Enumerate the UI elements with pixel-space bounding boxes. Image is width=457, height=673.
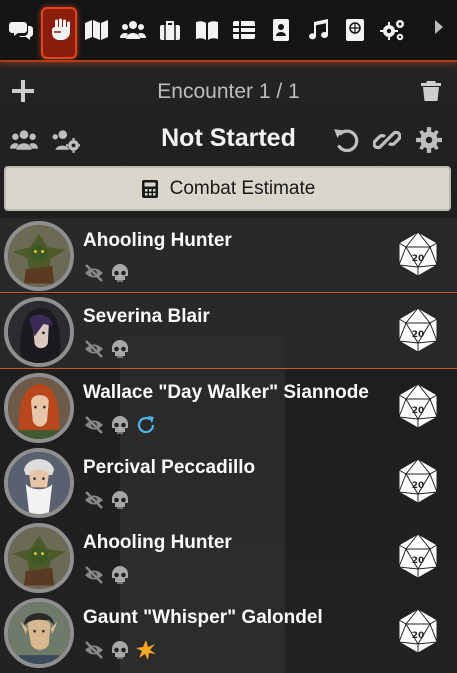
combatant-row[interactable]: Wallace "Day Walker" Siannode 20 bbox=[0, 370, 457, 445]
avatar[interactable] bbox=[4, 598, 74, 668]
combat-estimate-button[interactable]: Combat Estimate bbox=[4, 166, 451, 211]
encounter-status-row: Not Started bbox=[0, 118, 457, 162]
playlists-tab[interactable] bbox=[300, 9, 336, 57]
avatar[interactable] bbox=[4, 373, 74, 443]
undo-icon bbox=[334, 129, 359, 153]
compendium-tab[interactable] bbox=[337, 9, 373, 57]
encounter-title: Encounter 1 / 1 bbox=[157, 80, 300, 103]
reset-button[interactable] bbox=[332, 126, 360, 154]
actors-tab[interactable] bbox=[115, 9, 151, 57]
combatant-row[interactable]: Ahooling Hunter 20 bbox=[0, 218, 457, 293]
fist-icon bbox=[52, 18, 70, 40]
combatant-name: Ahooling Hunter bbox=[83, 532, 232, 553]
users-icon bbox=[120, 21, 146, 39]
combatant-row[interactable]: Gaunt "Whisper" Galondel 20 bbox=[0, 595, 457, 670]
d20-roll-icon[interactable]: 20 bbox=[397, 458, 439, 504]
settings-tab[interactable] bbox=[375, 9, 411, 57]
items-tab[interactable] bbox=[152, 9, 188, 57]
map-icon bbox=[85, 20, 108, 40]
avatar[interactable] bbox=[4, 221, 74, 291]
svg-text:20: 20 bbox=[412, 481, 425, 491]
chat-icon bbox=[9, 22, 33, 40]
skull-icon[interactable] bbox=[109, 414, 131, 436]
starburst-icon bbox=[136, 640, 156, 660]
combatant-name: Ahooling Hunter bbox=[83, 230, 232, 251]
avatar[interactable] bbox=[4, 297, 74, 367]
combatant-list: Ahooling Hunter 20 Severina Blair 20 Wal… bbox=[0, 218, 457, 673]
skull-icon[interactable] bbox=[109, 262, 131, 284]
d20-roll-icon[interactable]: 20 bbox=[397, 307, 439, 353]
avatar[interactable] bbox=[4, 523, 74, 593]
eye-slash-icon[interactable] bbox=[83, 338, 105, 360]
journal-tab[interactable] bbox=[189, 9, 225, 57]
chat-tab[interactable] bbox=[4, 9, 40, 57]
link-button[interactable] bbox=[372, 126, 402, 154]
id-card-icon bbox=[273, 19, 289, 41]
eye-slash-icon[interactable] bbox=[83, 262, 105, 284]
svg-text:20: 20 bbox=[412, 330, 425, 340]
skull-icon[interactable] bbox=[109, 639, 131, 661]
combat-tab[interactable] bbox=[41, 7, 77, 59]
combatant-row[interactable]: Severina Blair 20 bbox=[0, 294, 457, 369]
svg-text:20: 20 bbox=[412, 631, 425, 641]
combatant-name: Percival Peccadillo bbox=[83, 457, 256, 478]
link-icon bbox=[372, 130, 402, 150]
combatant-controls bbox=[83, 564, 131, 586]
skull-icon[interactable] bbox=[109, 338, 131, 360]
tables-tab[interactable] bbox=[226, 9, 262, 57]
combatant-row[interactable]: Percival Peccadillo 20 bbox=[0, 445, 457, 520]
sidebar-tabs bbox=[0, 0, 457, 62]
combatant-name: Gaunt "Whisper" Galondel bbox=[83, 607, 323, 628]
combatant-row[interactable]: Ahooling Hunter 20 bbox=[0, 520, 457, 595]
d20-roll-icon[interactable]: 20 bbox=[397, 608, 439, 654]
gear-icon bbox=[416, 127, 442, 153]
trash-icon[interactable] bbox=[421, 80, 441, 102]
svg-text:20: 20 bbox=[412, 556, 425, 566]
d20-roll-icon[interactable]: 20 bbox=[397, 533, 439, 579]
encounter-settings-button[interactable] bbox=[415, 126, 443, 154]
table-icon bbox=[233, 21, 255, 39]
combatant-controls bbox=[83, 639, 157, 661]
combatant-controls bbox=[83, 414, 157, 436]
combatant-controls bbox=[83, 262, 131, 284]
d20-roll-icon[interactable]: 20 bbox=[397, 383, 439, 429]
music-icon bbox=[309, 19, 329, 40]
eye-slash-icon[interactable] bbox=[83, 489, 105, 511]
avatar[interactable] bbox=[4, 448, 74, 518]
cards-tab[interactable] bbox=[263, 9, 299, 57]
cogs-icon bbox=[380, 20, 404, 41]
combat-estimate-label: Combat Estimate bbox=[169, 177, 316, 199]
book-icon bbox=[196, 21, 218, 40]
svg-text:20: 20 bbox=[412, 406, 425, 416]
scenes-tab[interactable] bbox=[78, 9, 114, 57]
refresh-icon bbox=[137, 416, 155, 434]
suitcase-icon bbox=[160, 21, 180, 40]
atlas-icon bbox=[346, 19, 364, 41]
d20-roll-icon[interactable]: 20 bbox=[397, 231, 439, 277]
combatant-controls bbox=[83, 489, 131, 511]
skull-icon[interactable] bbox=[109, 489, 131, 511]
combatant-name: Wallace "Day Walker" Siannode bbox=[83, 382, 369, 403]
combatant-name: Severina Blair bbox=[83, 306, 210, 327]
eye-slash-icon[interactable] bbox=[83, 639, 105, 661]
eye-slash-icon[interactable] bbox=[83, 564, 105, 586]
calculator-icon bbox=[141, 179, 158, 198]
svg-text:20: 20 bbox=[412, 254, 425, 264]
encounter-header: Encounter 1 / 1 bbox=[0, 66, 457, 118]
combatant-controls bbox=[83, 338, 131, 360]
skull-icon[interactable] bbox=[109, 564, 131, 586]
tabs-more-arrow[interactable] bbox=[435, 20, 443, 34]
combat-tracker: Encounter 1 / 1 Not Started Combat Estim… bbox=[0, 0, 457, 673]
eye-slash-icon[interactable] bbox=[83, 414, 105, 436]
